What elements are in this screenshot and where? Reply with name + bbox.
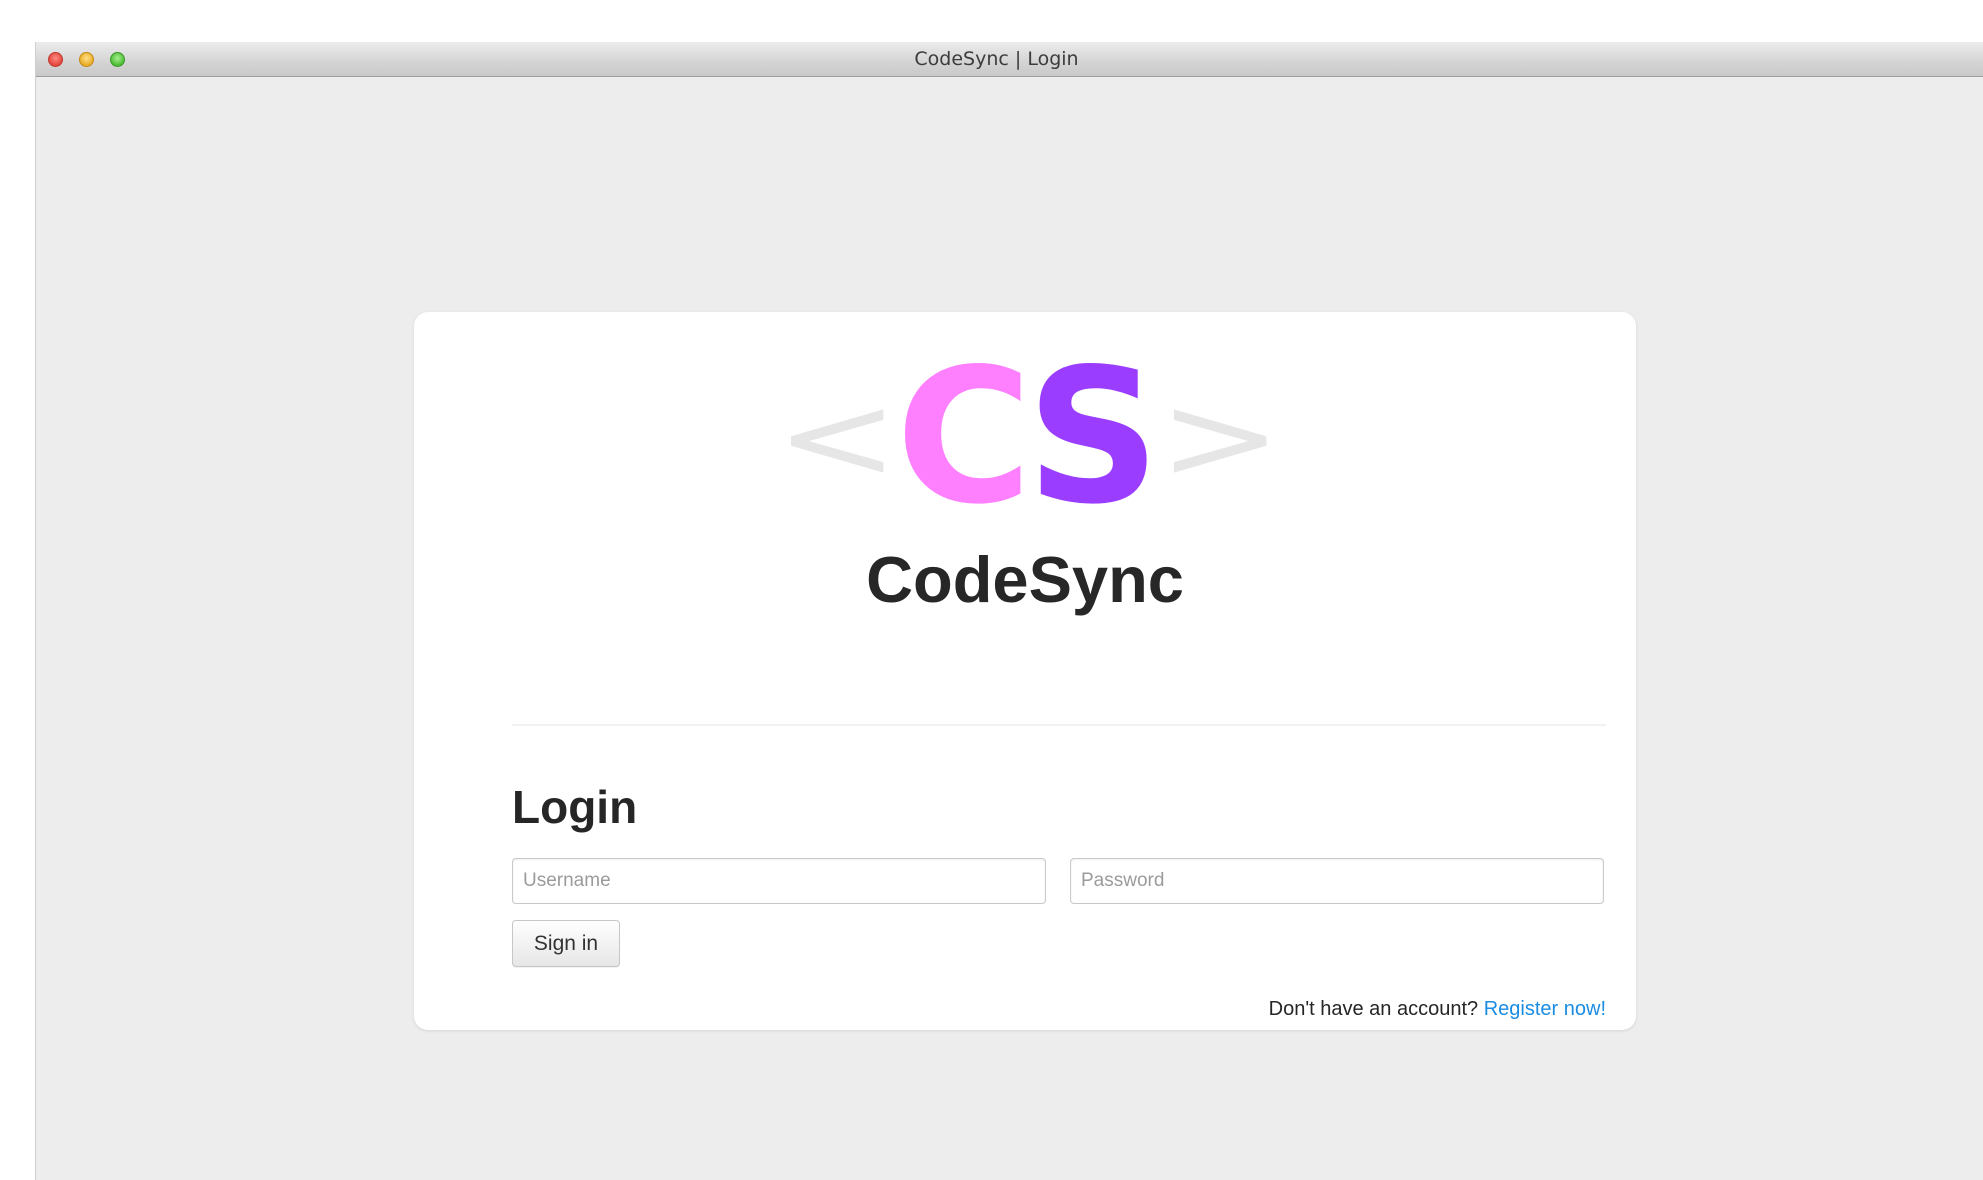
login-heading: Login xyxy=(512,781,638,833)
logo-left-bracket: < xyxy=(775,368,899,506)
sign-in-button[interactable]: Sign in xyxy=(512,920,620,967)
window-title: CodeSync | Login xyxy=(914,48,1079,70)
password-input[interactable] xyxy=(1070,858,1604,904)
title-bar[interactable]: CodeSync | Login xyxy=(36,42,1983,77)
logo-right-bracket: > xyxy=(1158,368,1283,506)
register-prompt: Don't have an account? Register now! xyxy=(1269,998,1606,1021)
divider xyxy=(512,724,1606,726)
logo-letter-c: C xyxy=(895,328,1032,545)
register-prompt-text: Don't have an account? xyxy=(1268,998,1479,1020)
register-now-link[interactable]: Register now! xyxy=(1484,998,1606,1020)
login-card: <CS> CodeSync Login Sign in Don't have a… xyxy=(414,312,1636,1030)
brand-name: CodeSync xyxy=(866,543,1184,616)
username-input[interactable] xyxy=(512,858,1046,904)
app-window: CodeSync | Login <CS> CodeSync Login Sig… xyxy=(36,42,1983,1180)
logo-letter-s: S xyxy=(1026,328,1160,545)
codesync-logo: <CS> xyxy=(414,328,1636,545)
